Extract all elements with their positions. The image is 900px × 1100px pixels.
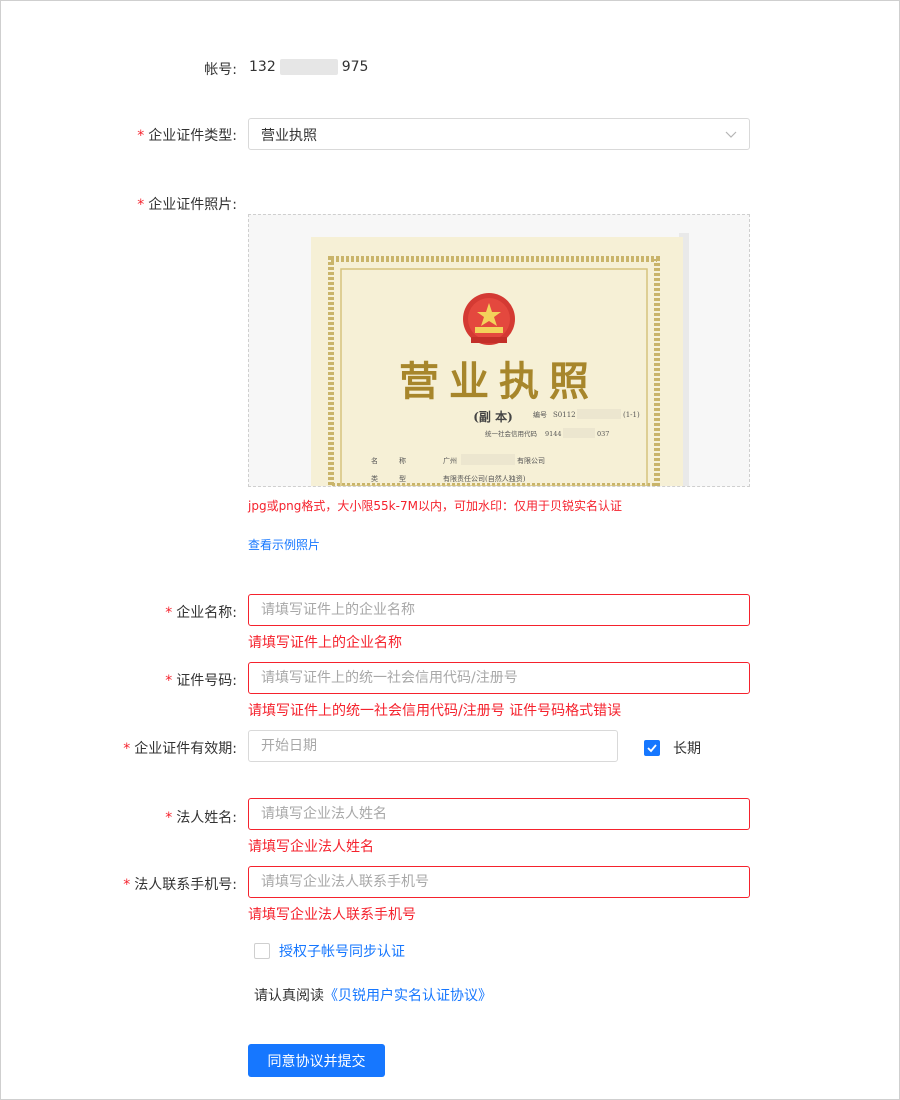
- company-name-input[interactable]: [248, 594, 750, 626]
- agreement-text: 请认真阅读《贝锐用户实名认证协议》: [254, 985, 492, 1005]
- view-example-link[interactable]: 查看示例照片: [248, 536, 320, 553]
- license-type-value: 有限责任公司(自然人独资): [443, 474, 526, 483]
- company-name-error: 请填写证件上的企业名称: [248, 635, 402, 651]
- long-term-checkbox[interactable]: [644, 740, 660, 756]
- license-title: 营业执照: [399, 358, 599, 405]
- license-serial-prefix: S0112: [553, 411, 576, 419]
- check-icon: [647, 744, 657, 753]
- license-serial-suffix: (1-1): [623, 411, 640, 419]
- company-name-label: * 企业名称:: [165, 605, 237, 621]
- agreement-prefix: 请认真阅读: [254, 988, 324, 1004]
- required-mark: *: [123, 741, 131, 757]
- legal-phone-error: 请填写企业法人联系手机号: [248, 907, 416, 923]
- cert-type-label: * 企业证件类型:: [137, 128, 237, 144]
- required-mark: *: [137, 197, 145, 213]
- legal-name-error: 请填写企业法人姓名: [248, 839, 374, 855]
- required-mark: *: [123, 877, 131, 893]
- account-label: 帐号:: [204, 62, 237, 78]
- chevron-down-icon: [725, 131, 737, 138]
- license-serial-label: 编号: [533, 410, 547, 419]
- required-mark: *: [165, 810, 173, 826]
- legal-name-label: * 法人姓名:: [165, 810, 237, 826]
- legal-phone-label: * 法人联系手机号:: [123, 877, 237, 893]
- masked-digits: [279, 59, 338, 75]
- license-name-label: 名 称: [371, 456, 406, 465]
- cert-type-value: 营业执照: [261, 128, 317, 144]
- long-term-label: 长期: [673, 741, 701, 757]
- cert-number-error: 请填写证件上的统一社会信用代码/注册号 证件号码格式错误: [248, 703, 622, 719]
- validity-label: * 企业证件有效期:: [123, 741, 237, 757]
- cert-number-label: * 证件号码:: [165, 673, 237, 689]
- license-name-suffix: 有限公司: [517, 456, 545, 465]
- required-mark: *: [137, 128, 145, 144]
- masked-credit: [563, 428, 595, 438]
- national-emblem: [463, 293, 515, 345]
- cert-photo-upload[interactable]: 营业执照 (副 本) 编号 S0112 (1-1) 统一社会信用代码 9144 …: [248, 214, 750, 487]
- agreement-link[interactable]: 《贝锐用户实名认证协议》: [324, 988, 492, 1004]
- license-subtitle: (副 本): [473, 409, 513, 424]
- cert-type-select[interactable]: 营业执照: [248, 118, 750, 150]
- submit-button[interactable]: 同意协议并提交: [248, 1044, 385, 1077]
- sub-account-checkbox[interactable]: [254, 943, 270, 959]
- account-value-suffix: 975: [341, 59, 369, 75]
- start-date-input[interactable]: [248, 730, 618, 762]
- license-credit-suffix: 037: [597, 430, 609, 438]
- license-name-prefix: 广州: [443, 456, 457, 465]
- required-mark: *: [165, 605, 173, 621]
- business-license-image: 营业执照 (副 本) 编号 S0112 (1-1) 统一社会信用代码 9144 …: [249, 215, 749, 486]
- masked-name: [461, 454, 515, 465]
- account-value: 132 975: [249, 59, 368, 75]
- required-mark: *: [165, 673, 173, 689]
- legal-phone-input[interactable]: [248, 866, 750, 898]
- cert-number-input[interactable]: [248, 662, 750, 694]
- sub-account-label[interactable]: 授权子帐号同步认证: [279, 941, 405, 961]
- form-page: 帐号: 132 975 * 企业证件类型: 营业执照 * 企业证件照片: 营业执…: [0, 0, 900, 1100]
- upload-hint: jpg或png格式，大小限55k-7M以内，可加水印：仅用于贝锐实名认证: [248, 499, 622, 513]
- license-credit-label: 统一社会信用代码: [485, 429, 538, 438]
- account-value-prefix: 132: [249, 59, 276, 75]
- cert-photo-label: * 企业证件照片:: [137, 197, 237, 213]
- legal-name-input[interactable]: [248, 798, 750, 830]
- license-credit-prefix: 9144: [545, 430, 562, 438]
- license-type-label: 类 型: [371, 474, 406, 483]
- masked-serial: [577, 409, 621, 419]
